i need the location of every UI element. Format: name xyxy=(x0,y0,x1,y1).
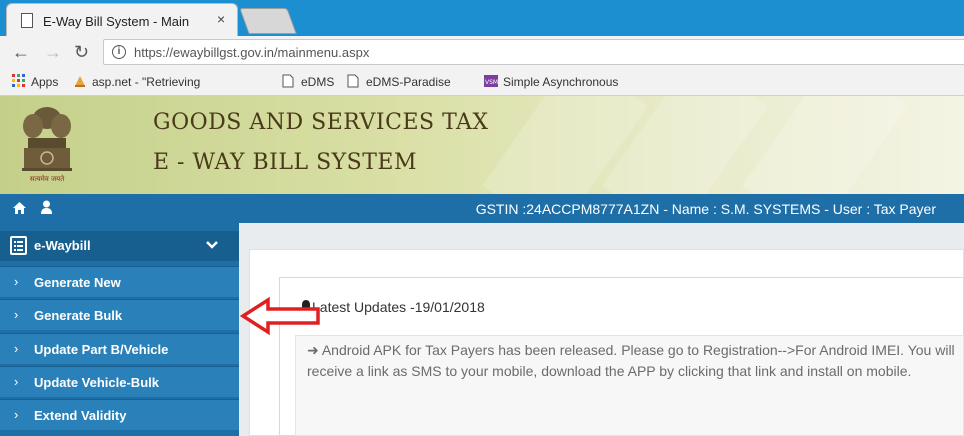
reload-icon[interactable]: ↻ xyxy=(74,42,89,63)
chevron-down-icon[interactable] xyxy=(206,235,218,254)
apps-grid-icon xyxy=(12,74,26,93)
sidebar-item-label: Update Vehicle-Bulk xyxy=(34,375,159,390)
page-icon xyxy=(347,74,359,93)
bookmark-aspnet[interactable]: asp.net - "Retrieving xyxy=(92,75,270,89)
sidebar-item-generate-new[interactable]: › Generate New xyxy=(0,266,239,297)
vsm-icon: VSM xyxy=(484,74,498,93)
browser-tab[interactable]: E-Way Bill System - Main × xyxy=(6,3,238,37)
page-icon xyxy=(282,74,294,93)
sidebar-item-label: Generate New xyxy=(34,275,121,290)
forward-icon[interactable]: → xyxy=(44,42,62,63)
main-content: Latest Updates -19/01/2018 ➜ Android APK… xyxy=(239,223,964,436)
chevron-right-icon: › xyxy=(14,274,19,289)
bookmark-edms-paradise[interactable]: eDMS-Paradise xyxy=(366,75,451,89)
sidebar: e-Waybill › Generate New › Generate Bulk… xyxy=(0,223,239,436)
bookmark-simple-async[interactable]: Simple Asynchronous xyxy=(503,75,651,89)
back-icon[interactable]: ← xyxy=(12,42,30,63)
latest-updates-title: Latest Updates -19/01/2018 xyxy=(312,299,485,315)
sidebar-item-label: Generate Bulk xyxy=(34,308,123,323)
url-text: https://ewaybillgst.gov.in/mainmenu.aspx xyxy=(134,45,370,60)
sidebar-item-update-vehicle-bulk[interactable]: › Update Vehicle-Bulk xyxy=(0,366,239,397)
gstin-info: GSTIN :24ACCPM8777A1ZN - Name : S.M. SYS… xyxy=(475,201,936,217)
red-arrow-annotation-icon xyxy=(240,296,320,336)
sidebar-item-update-part-b[interactable]: › Update Part B/Vehicle xyxy=(0,333,239,364)
sidebar-item-label: Extend Validity xyxy=(34,408,127,423)
chevron-right-icon: › xyxy=(14,407,19,422)
home-icon[interactable] xyxy=(12,201,27,220)
site-banner: सत्यमेव जयते GOODS AND SERVICES TAX E - … xyxy=(0,96,964,194)
close-icon[interactable]: × xyxy=(217,11,225,27)
browser-tab-strip: E-Way Bill System - Main × xyxy=(0,0,964,37)
sidebar-section-ewaybill[interactable]: e-Waybill xyxy=(0,231,239,261)
top-navbar: GSTIN :24ACCPM8777A1ZN - Name : S.M. SYS… xyxy=(0,194,964,223)
national-emblem-icon: सत्यमेव जयते xyxy=(22,107,72,183)
svg-text:VSM: VSM xyxy=(485,79,498,86)
info-icon[interactable]: i xyxy=(112,45,126,59)
bookmarks-bar: Apps asp.net - "Retrieving eDMS eDMS-Par… xyxy=(0,67,964,96)
tab-title: E-Way Bill System - Main xyxy=(43,14,190,29)
news-text: ➜ Android APK for Tax Payers has been re… xyxy=(307,342,955,379)
sidebar-item-label: Update Part B/Vehicle xyxy=(34,342,169,357)
chevron-right-icon: › xyxy=(14,374,19,389)
list-icon xyxy=(10,236,27,255)
page-icon xyxy=(21,13,33,28)
sidebar-item-extend-validity[interactable]: › Extend Validity xyxy=(0,399,239,430)
chevron-right-icon: › xyxy=(14,341,19,356)
bookmark-edms[interactable]: eDMS xyxy=(301,75,334,89)
user-icon[interactable] xyxy=(40,200,53,220)
url-input[interactable]: i https://ewaybillgst.gov.in/mainmenu.as… xyxy=(103,39,964,65)
chevron-right-icon: › xyxy=(14,307,19,322)
sidebar-item-generate-bulk[interactable]: › Generate Bulk xyxy=(0,299,239,330)
banner-subtitle: E - WAY BILL SYSTEM xyxy=(153,150,418,175)
svg-text:सत्यमेव जयते: सत्यमेव जयते xyxy=(30,174,65,183)
banner-title: GOODS AND SERVICES TAX xyxy=(153,110,489,135)
sidebar-section-label: e-Waybill xyxy=(34,238,91,253)
address-toolbar: ← → ↻ i https://ewaybillgst.gov.in/mainm… xyxy=(0,36,964,67)
aspnet-icon xyxy=(73,74,87,93)
new-tab-button[interactable] xyxy=(239,8,297,34)
bookmark-apps[interactable]: Apps xyxy=(31,75,58,89)
